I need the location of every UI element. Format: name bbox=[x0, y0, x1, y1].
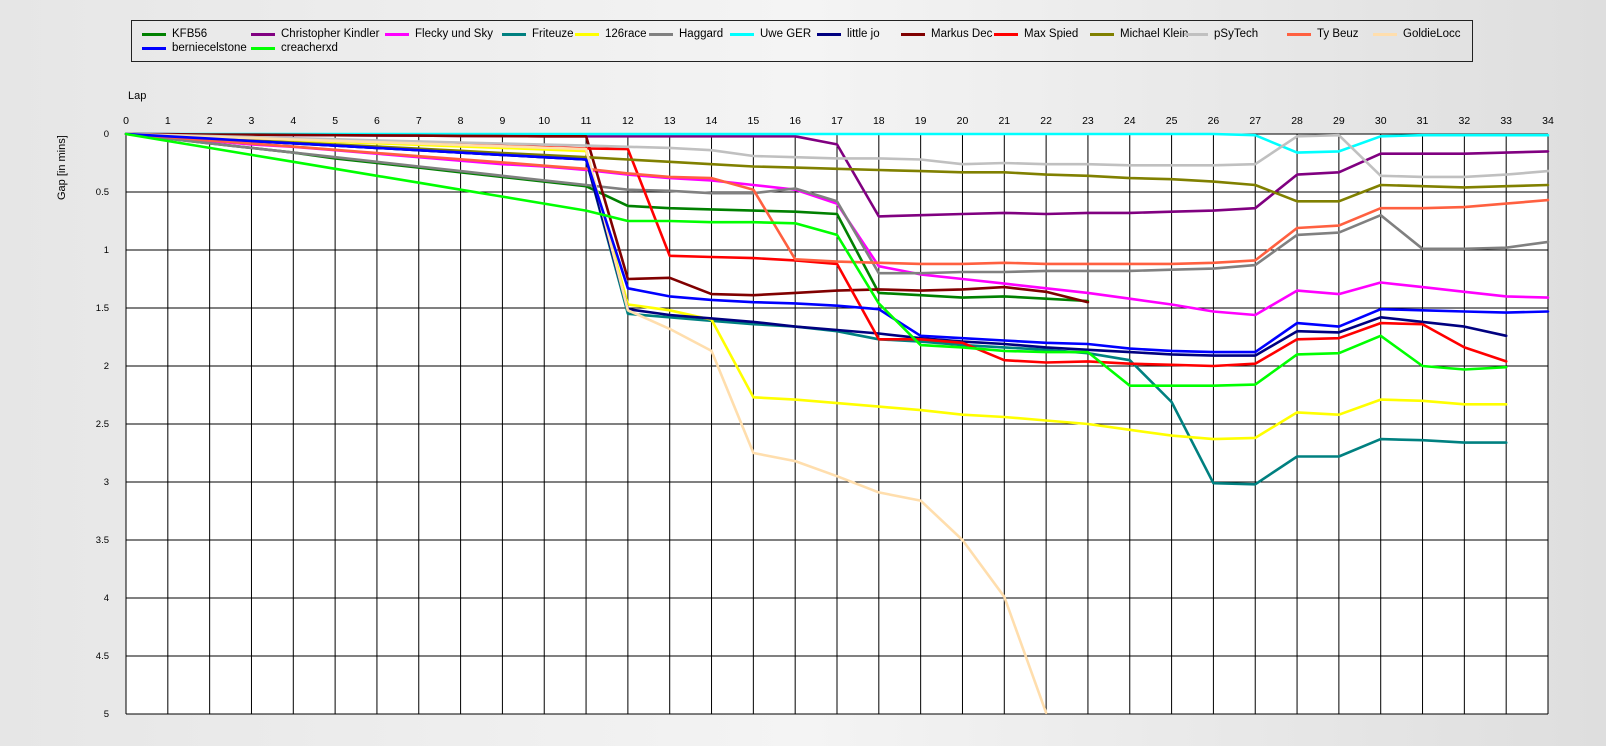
y-tick-label: 2 bbox=[104, 361, 109, 372]
y-tick-label: 0 bbox=[104, 129, 109, 140]
x-tick-label: 31 bbox=[1417, 115, 1429, 127]
y-tick-label: 4.5 bbox=[96, 651, 109, 662]
y-tick-label: 1 bbox=[104, 245, 109, 256]
x-tick-label: 14 bbox=[706, 115, 718, 127]
x-tick-label: 15 bbox=[748, 115, 760, 127]
x-tick-label: 26 bbox=[1208, 115, 1220, 127]
x-tick-label: 22 bbox=[1040, 115, 1052, 127]
x-tick-label: 30 bbox=[1375, 115, 1387, 127]
x-tick-label: 32 bbox=[1459, 115, 1471, 127]
x-tick-label: 0 bbox=[123, 115, 129, 127]
x-tick-label: 11 bbox=[581, 115, 592, 127]
x-tick-label: 20 bbox=[957, 115, 969, 127]
x-tick-label: 5 bbox=[332, 115, 338, 127]
x-tick-label: 24 bbox=[1124, 115, 1136, 127]
x-tick-label: 3 bbox=[249, 115, 255, 127]
x-tick-label: 18 bbox=[873, 115, 885, 127]
x-tick-label: 25 bbox=[1166, 115, 1178, 127]
x-tick-label: 23 bbox=[1082, 115, 1094, 127]
x-tick-label: 19 bbox=[915, 115, 927, 127]
x-tick-label: 34 bbox=[1542, 115, 1554, 127]
x-tick-label: 9 bbox=[499, 115, 505, 127]
x-tick-label: 8 bbox=[458, 115, 464, 127]
x-tick-label: 21 bbox=[998, 115, 1010, 127]
x-tick-label: 7 bbox=[416, 115, 422, 127]
y-tick-label: 1.5 bbox=[96, 303, 109, 314]
x-tick-label: 27 bbox=[1249, 115, 1261, 127]
x-tick-label: 4 bbox=[290, 115, 296, 127]
y-tick-label: 3 bbox=[104, 477, 109, 488]
x-tick-label: 17 bbox=[831, 115, 843, 127]
y-tick-label: 5 bbox=[104, 709, 109, 720]
x-tick-label: 16 bbox=[789, 115, 801, 127]
chart-plot: 0 1 2 3 4 5 6 7 8 9 10 11 12 13 14 15 16 17 18 19 20 21 22 23 24… bbox=[96, 115, 1554, 720]
y-tick-label: 0.5 bbox=[96, 187, 109, 198]
y-tick-label: 3.5 bbox=[96, 535, 109, 546]
y-tick-label: 2.5 bbox=[96, 419, 109, 430]
x-tick-label: 6 bbox=[374, 115, 380, 127]
x-tick-label: 29 bbox=[1333, 115, 1345, 127]
x-tick-label: 2 bbox=[207, 115, 213, 127]
x-tick-label: 33 bbox=[1500, 115, 1512, 127]
x-tick-label: 10 bbox=[538, 115, 550, 127]
x-tick-label: 28 bbox=[1291, 115, 1303, 127]
x-tick-label: 12 bbox=[622, 115, 634, 127]
y-tick-label: 4 bbox=[104, 593, 109, 604]
x-tick-label: 13 bbox=[664, 115, 676, 127]
x-tick-label: 1 bbox=[165, 115, 171, 127]
